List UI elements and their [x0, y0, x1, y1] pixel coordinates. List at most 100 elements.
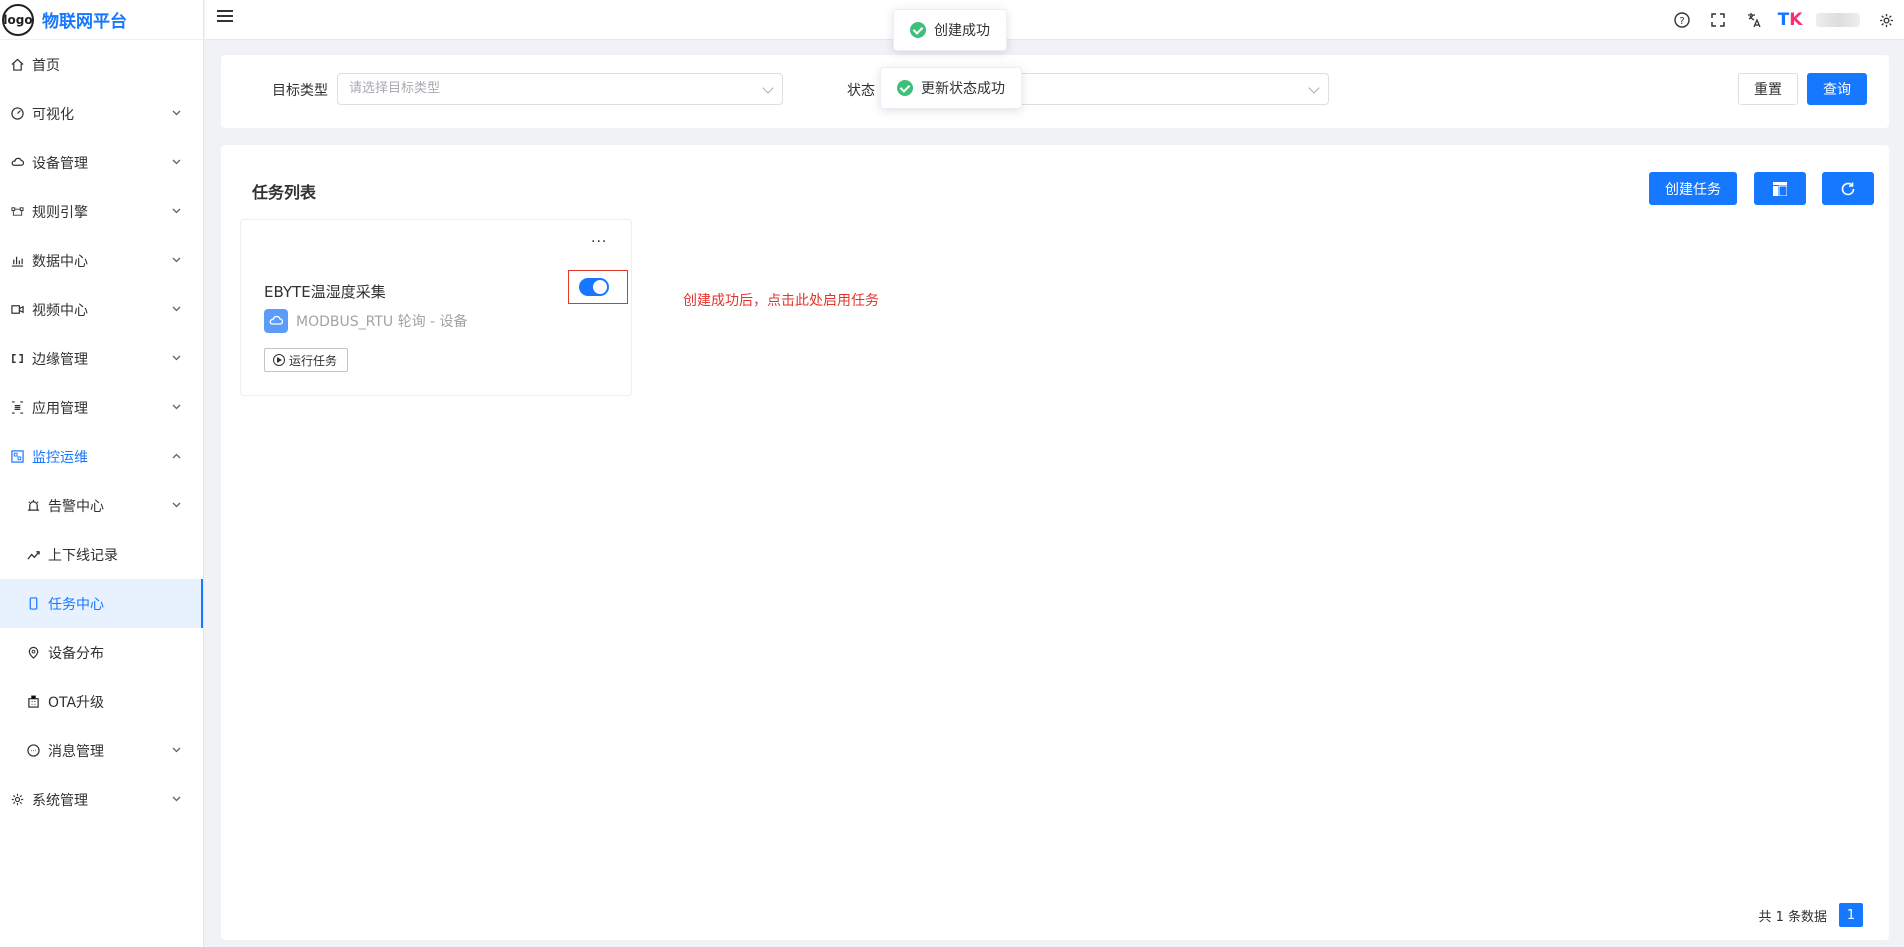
- menu-toggle-icon[interactable]: [217, 10, 233, 24]
- chevron-down-icon: [172, 402, 181, 413]
- help-icon[interactable]: ?: [1664, 12, 1700, 28]
- sidebar: logo 物联网平台 首页可视化设备管理规则引擎数据中心视频中心边缘管理应用管理…: [0, 0, 204, 947]
- toast-created-text: 创建成功: [934, 23, 990, 39]
- page-title: 任务列表: [252, 183, 317, 202]
- query-button[interactable]: 查询: [1807, 73, 1867, 105]
- sidebar-item-label: 设备管理: [32, 155, 88, 172]
- sidebar-item-label: 视频中心: [32, 302, 88, 319]
- chevron-up-icon: [172, 451, 181, 462]
- sidebar-item-6[interactable]: 边缘管理: [0, 334, 203, 383]
- success-icon: [910, 22, 926, 38]
- chevron-down-icon: [1308, 82, 1320, 94]
- sidebar-item-label: OTA升级: [48, 694, 105, 711]
- chevron-down-icon: [172, 255, 181, 266]
- sidebar-item-11[interactable]: 任务中心: [0, 579, 203, 628]
- home-icon: [10, 58, 24, 72]
- sidebar-item-15[interactable]: 系统管理: [0, 775, 203, 824]
- brand[interactable]: logo 物联网平台: [0, 0, 203, 40]
- app-icon: [10, 401, 24, 415]
- sidebar-item-label: 任务中心: [48, 596, 104, 613]
- task-name: EBYTE温湿度采集: [264, 283, 386, 301]
- layout-toggle-button[interactable]: [1754, 172, 1806, 205]
- play-icon: [273, 354, 285, 366]
- video-icon: [10, 303, 24, 317]
- svg-text:?: ?: [1679, 16, 1684, 27]
- toggle-highlight-box: [568, 270, 628, 304]
- chevron-down-icon: [172, 108, 181, 119]
- sidebar-item-label: 应用管理: [32, 400, 88, 417]
- success-icon: [897, 80, 913, 96]
- run-task-label: 运行任务: [289, 353, 338, 368]
- sidebar-item-4[interactable]: 数据中心: [0, 236, 203, 285]
- status-label: 状态: [847, 83, 875, 99]
- sidebar-item-0[interactable]: 首页: [0, 40, 203, 89]
- task-list-panel: 任务列表 创建任务 ··· EBYTE温湿度采集 MODBUS_RTU 轮询 -…: [221, 145, 1889, 940]
- translate-icon[interactable]: [1736, 12, 1772, 28]
- brand-title: 物联网平台: [42, 12, 127, 32]
- sidebar-item-13[interactable]: OTA升级: [0, 677, 203, 726]
- toast-status-text: 更新状态成功: [921, 81, 1005, 97]
- sidebar-item-label: 监控运维: [32, 449, 88, 466]
- sidebar-item-label: 首页: [32, 57, 60, 74]
- toast-created: 创建成功: [893, 9, 1007, 51]
- sidebar-item-14[interactable]: 消息管理: [0, 726, 203, 775]
- page-1-button[interactable]: 1: [1839, 903, 1863, 927]
- monitor-icon: [10, 450, 24, 464]
- more-icon[interactable]: ···: [591, 234, 607, 250]
- sidebar-item-label: 告警中心: [48, 498, 104, 515]
- run-task-button[interactable]: 运行任务: [264, 348, 349, 372]
- chevron-down-icon: [172, 745, 181, 756]
- layout-icon: [1773, 181, 1787, 196]
- sidebar-item-label: 系统管理: [32, 792, 88, 809]
- chevron-down-icon: [172, 304, 181, 315]
- chevron-down-icon: [172, 353, 181, 364]
- sidebar-item-10[interactable]: 上下线记录: [0, 530, 203, 579]
- cloud-icon: [10, 156, 24, 170]
- task-protocol-text: MODBUS_RTU 轮询 - 设备: [296, 314, 468, 330]
- create-task-button[interactable]: 创建任务: [1649, 172, 1737, 205]
- target-type-select[interactable]: 请选择目标类型: [337, 73, 783, 105]
- chart-icon: [10, 254, 24, 268]
- task-card[interactable]: ··· EBYTE温湿度采集 MODBUS_RTU 轮询 - 设备 运行任务: [240, 219, 632, 396]
- reset-button[interactable]: 重置: [1738, 73, 1798, 105]
- chevron-down-icon: [762, 82, 774, 94]
- sidebar-item-5[interactable]: 视频中心: [0, 285, 203, 334]
- gear-icon[interactable]: [1868, 13, 1904, 28]
- task-enable-switch[interactable]: [579, 278, 609, 296]
- chevron-down-icon: [172, 206, 181, 217]
- rule-icon: [10, 205, 24, 219]
- sidebar-item-label: 数据中心: [32, 253, 88, 270]
- dashboard-icon: [10, 107, 24, 121]
- chevron-down-icon: [172, 794, 181, 805]
- sidebar-item-3[interactable]: 规则引擎: [0, 187, 203, 236]
- sidebar-item-label: 边缘管理: [32, 351, 88, 368]
- logo: logo: [2, 3, 34, 36]
- refresh-icon: [1841, 182, 1855, 195]
- sidebar-item-9[interactable]: 告警中心: [0, 481, 203, 530]
- fullscreen-icon[interactable]: [1700, 13, 1736, 27]
- edge-icon: [10, 352, 24, 366]
- sidebar-item-label: 设备分布: [48, 645, 104, 662]
- phone-icon: [26, 597, 40, 611]
- sidebar-item-label: 上下线记录: [48, 547, 118, 564]
- message-icon: [26, 744, 40, 758]
- search-panel: 目标类型 请选择目标类型 状态 重置 查询: [221, 55, 1889, 128]
- cloud-icon: [264, 309, 288, 333]
- sidebar-item-7[interactable]: 应用管理: [0, 383, 203, 432]
- sidebar-item-1[interactable]: 可视化: [0, 89, 203, 138]
- chevron-down-icon: [172, 157, 181, 168]
- top-icons: ? TK: [1664, 0, 1904, 40]
- sidebar-item-label: 规则引擎: [32, 204, 88, 221]
- gear-icon: [10, 793, 24, 807]
- total-count: 共 1 条数据: [1758, 909, 1827, 925]
- target-type-placeholder: 请选择目标类型: [349, 81, 441, 96]
- trend-icon: [26, 548, 40, 562]
- sidebar-item-8[interactable]: 监控运维: [0, 432, 203, 481]
- refresh-button[interactable]: [1822, 172, 1874, 205]
- sidebar-item-12[interactable]: 设备分布: [0, 628, 203, 677]
- building-icon: [26, 695, 40, 709]
- sidebar-item-label: 可视化: [32, 106, 74, 123]
- avatar[interactable]: [1816, 13, 1860, 27]
- sidebar-item-2[interactable]: 设备管理: [0, 138, 203, 187]
- location-icon: [26, 646, 40, 660]
